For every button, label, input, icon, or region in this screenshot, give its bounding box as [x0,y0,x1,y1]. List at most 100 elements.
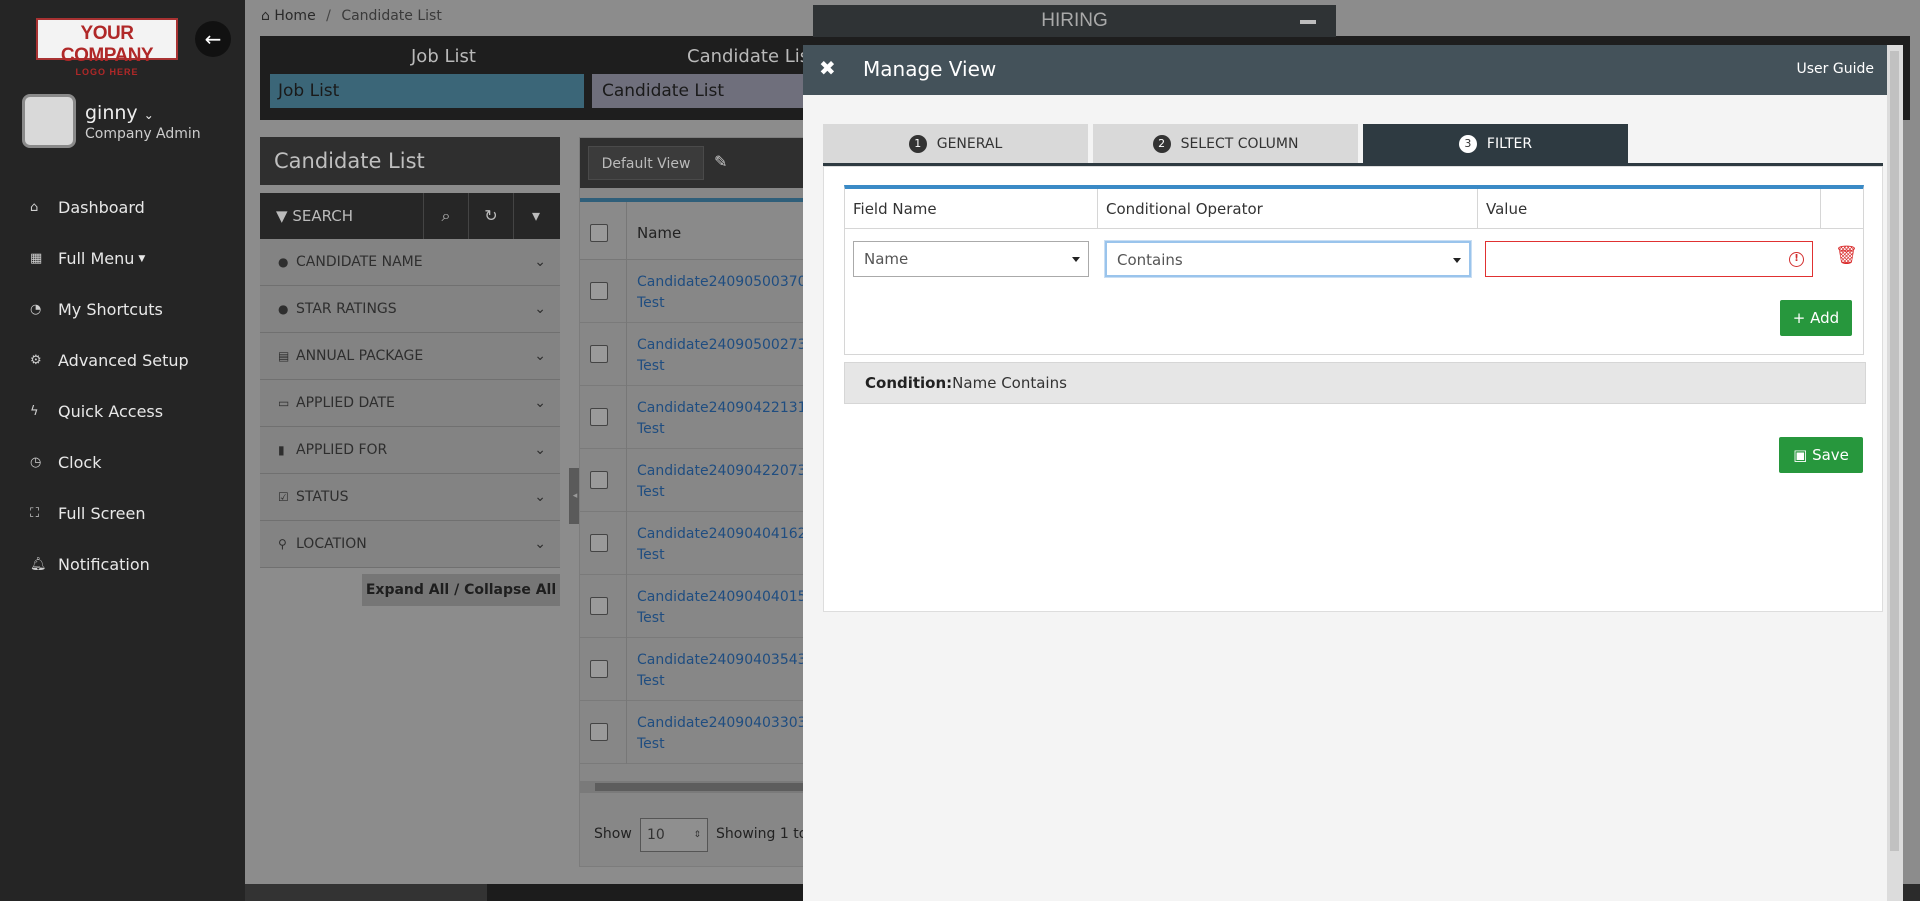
filter-candidate-name[interactable]: ● CANDIDATE NAME ⌄ [260,239,560,286]
candidate-link[interactable]: Candidate24090404162 Test [637,524,817,566]
operator-select[interactable]: Contains [1105,241,1471,277]
scrollbar-thumb[interactable] [595,783,820,791]
filter-annual-package[interactable]: ▤ ANNUAL PACKAGE ⌄ [260,333,560,380]
column-divider [626,202,627,260]
file-icon: ▮ [278,443,285,457]
row-checkbox[interactable] [590,534,608,552]
filter-label: STAR RATINGS [296,301,397,317]
sidebar-item-quick-access[interactable]: ϟ Quick Access [0,386,245,437]
sidebar-item-label: Notification [58,555,150,574]
column-divider [626,701,627,764]
filter-star-ratings[interactable]: ● STAR RATINGS ⌄ [260,286,560,333]
sidebar-item-notification[interactable]: 🔔︎ Notification [0,539,245,590]
hiring-bar[interactable]: HIRING [813,5,1336,37]
user-guide-link[interactable]: User Guide [1797,61,1874,77]
sidebar-item-clock[interactable]: ◷ Clock [0,437,245,488]
chevron-down-icon: ⌄ [534,348,546,364]
sidebar-item-dashboard[interactable]: ⌂ Dashboard [0,182,245,233]
scrollbar-thumb[interactable] [1890,51,1899,851]
minimize-icon[interactable] [1300,20,1316,24]
value-header: Value [1478,189,1821,229]
candidate-name: Test [637,736,665,752]
candidate-name: Test [637,295,665,311]
filter-location[interactable]: ⚲ LOCATION ⌄ [260,521,560,568]
candidate-link[interactable]: Candidate24090422131 Test [637,398,817,440]
row-checkbox[interactable] [590,723,608,741]
condition-text: Name Contains [952,374,1067,392]
bolt-icon: ϟ [30,404,39,419]
filter-label: STATUS [296,489,349,505]
save-button[interactable]: ▣ Save [1779,437,1863,473]
vertical-scrollbar[interactable] [1887,45,1903,901]
candidate-link[interactable]: Candidate24090403303 Test [637,713,817,755]
checkbox-icon: ☑ [278,490,289,504]
chevron-down-icon: ⌄ [143,108,154,122]
map-pin-icon: ⚲ [278,537,287,551]
search-icon[interactable]: ⌕ [423,193,468,239]
filter-applied-for[interactable]: ▮ APPLIED FOR ⌄ [260,427,560,474]
candidate-link[interactable]: Candidate24090422073 Test [637,461,817,503]
avatar[interactable] [22,94,76,148]
add-button[interactable]: + Add [1780,300,1852,336]
back-arrow-icon[interactable]: ← [195,21,231,57]
job-list-heading: Job List [411,46,476,67]
candidate-link[interactable]: Candidate24090500273 Test [637,335,817,377]
table-row: Candidate24090500273 Test [580,323,820,386]
row-checkbox[interactable] [590,660,608,678]
hiring-title: HIRING [1041,10,1108,31]
grid-icon: ▦ [30,251,43,266]
edit-icon[interactable]: ✎ [714,152,727,171]
home-icon[interactable]: ⌂ [261,8,270,24]
sidebar-item-label: Full Menu [58,249,135,268]
candidate-link[interactable]: Candidate24090404015 Test [637,587,817,629]
filter-applied-date[interactable]: ▭ APPLIED DATE ⌄ [260,380,560,427]
row-checkbox[interactable] [590,597,608,615]
operator-value: Contains [1117,251,1183,269]
candidate-name: Test [637,421,665,437]
chevron-down-icon: ⌄ [534,442,546,458]
plus-icon: + [1792,309,1806,327]
refresh-icon[interactable]: ↻ [468,193,513,239]
value-input[interactable]: ! [1485,241,1813,277]
candidate-id: Candidate24090403543 [637,652,807,668]
default-view-button[interactable]: Default View [588,146,704,180]
name-column-header[interactable]: Name [637,224,681,242]
row-checkbox[interactable] [590,471,608,489]
candidate-id: Candidate24090422073 [637,463,807,479]
horizontal-scrollbar[interactable] [580,781,820,793]
select-all-checkbox[interactable] [590,224,608,242]
search-panel: Candidate List ▼ SEARCH ⌕ ↻ ▾ ● CANDIDATE… [260,137,560,606]
tab-filter[interactable]: 3 FILTER [1363,124,1628,172]
breadcrumb-home[interactable]: Home [274,8,315,24]
showing-info: Showing 1 to [716,826,808,842]
expand-collapse-button[interactable]: Expand All / Collapse All [362,574,560,606]
close-icon[interactable]: ✖ [819,56,836,80]
filter-status[interactable]: ☑ STATUS ⌄ [260,474,560,521]
candidate-link[interactable]: Candidate24090403543 Test [637,650,817,692]
user-menu[interactable]: ginny ⌄ [85,102,154,124]
field-name-header: Field Name [845,189,1098,229]
filter-icon: ▼ [276,207,288,225]
candidate-list-heading: Candidate Lis [687,46,810,67]
page-size-select[interactable]: 10 ⇕ [640,818,708,852]
tab-label: SELECT COLUMN [1180,136,1299,152]
sidebar-item-my-shortcuts[interactable]: ◔ My Shortcuts [0,284,245,335]
row-checkbox[interactable] [590,282,608,300]
tab-job-list[interactable]: Job List [270,74,584,108]
tab-select-column[interactable]: 2 SELECT COLUMN [1093,124,1358,164]
column-divider [626,260,627,323]
candidate-link[interactable]: Candidate24090500370 Test [637,272,817,314]
tab-general[interactable]: 1 GENERAL [823,124,1088,164]
row-checkbox[interactable] [590,408,608,426]
candidate-name: Test [637,484,665,500]
sidebar-item-full-screen[interactable]: ⛶ Full Screen [0,488,245,539]
sidebar-item-full-menu[interactable]: ▦ Full Menu ▼ [0,233,245,284]
field-name-select[interactable]: Name [853,241,1089,277]
trash-icon[interactable]: 🗑︎ [1835,245,1858,266]
caret-down-icon[interactable]: ▾ [513,193,558,239]
search-label: SEARCH [292,207,354,225]
tab-candidate-list[interactable]: Candidate List [592,74,822,108]
row-checkbox[interactable] [590,345,608,363]
sidebar-item-advanced-setup[interactable]: ⚙ Advanced Setup [0,335,245,386]
search-toggle[interactable]: ▼ SEARCH [260,207,423,225]
